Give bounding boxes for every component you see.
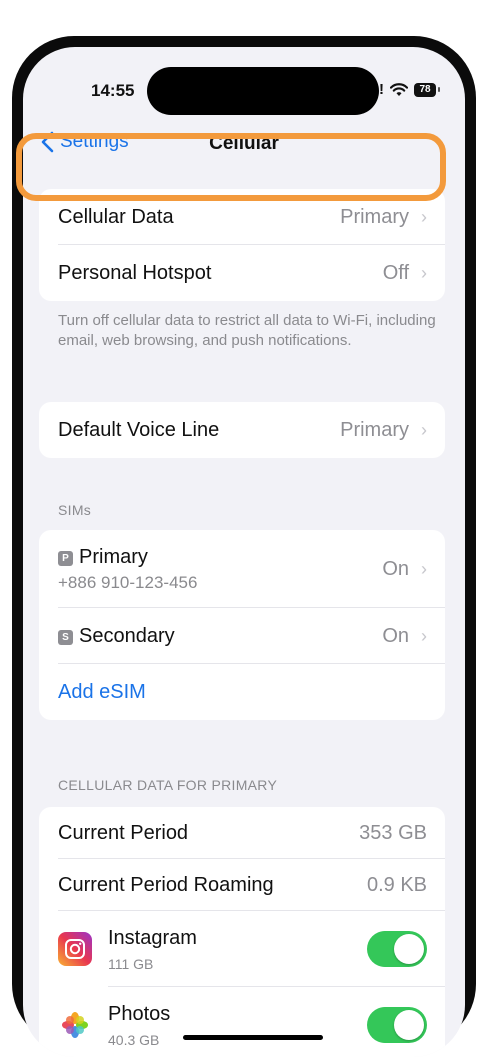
sim-secondary-status: On [382, 624, 409, 647]
app-name-photos: Photos [108, 1002, 171, 1025]
voice-line-group: Default Voice Line Primary › [39, 402, 445, 458]
photos-cellular-toggle[interactable] [367, 1007, 427, 1043]
toggle-knob [394, 1010, 424, 1040]
sim-secondary-badge: S [58, 629, 73, 645]
chevron-right-icon: › [421, 206, 427, 227]
signal-indicator: ! [379, 81, 384, 98]
instagram-text: Instagram 111 GB [108, 927, 197, 972]
status-time: 14:55 [91, 81, 135, 100]
cellular-data-highlight [16, 133, 446, 201]
current-period-label: Current Period [58, 821, 189, 844]
sim-primary-text: P Primary +886 910-123-456 [58, 546, 197, 593]
battery-icon: 78 [414, 82, 436, 97]
chevron-right-icon: › [421, 262, 427, 283]
sim-secondary-row[interactable]: S Secondary On › [39, 608, 445, 664]
sim-primary-status: On [382, 557, 409, 580]
default-voice-line-label: Default Voice Line [58, 418, 220, 441]
default-voice-line-row[interactable]: Default Voice Line Primary › [39, 402, 445, 458]
cellular-data-label: Cellular Data [58, 205, 174, 228]
cellular-data-value: Primary [340, 205, 409, 228]
current-period-roaming-row: Current Period Roaming 0.9 KB [39, 859, 445, 911]
sim-primary-number: +886 910-123-456 [58, 572, 198, 592]
sims-section-header: SIMs [58, 502, 92, 518]
usage-section-header: CELLULAR DATA FOR PRIMARY [58, 777, 278, 793]
sim-primary-row[interactable]: P Primary +886 910-123-456 On › [39, 530, 445, 608]
default-voice-line-value: Primary [340, 418, 409, 441]
personal-hotspot-row[interactable]: Personal Hotspot Off › [39, 245, 445, 301]
sim-primary-label: Primary [79, 545, 148, 568]
app-row-instagram: Instagram 111 GB [39, 911, 445, 987]
sim-secondary-label: Secondary [79, 624, 175, 647]
chevron-right-icon: › [421, 419, 427, 440]
add-esim-link[interactable]: Add eSIM [58, 681, 146, 704]
app-name-instagram: Instagram [108, 926, 197, 949]
instagram-icon [58, 932, 92, 966]
chevron-right-icon: › [421, 625, 427, 646]
current-period-row: Current Period 353 GB [39, 807, 445, 859]
toggle-knob [394, 934, 424, 964]
current-period-roaming-value: 0.9 KB [366, 873, 427, 896]
chevron-right-icon: › [421, 558, 427, 579]
dynamic-island [147, 67, 379, 115]
instagram-cellular-toggle[interactable] [367, 931, 427, 967]
current-period-roaming-label: Current Period Roaming [58, 873, 274, 896]
wifi-icon [390, 82, 408, 97]
cellular-settings-group: Cellular Data Primary › Personal Hotspot… [39, 189, 445, 301]
home-indicator [183, 1035, 323, 1040]
app-row-photos: Photos 40.3 GB [39, 987, 445, 1057]
status-icons: ! 78 [379, 81, 440, 98]
battery-tip [438, 87, 440, 92]
cellular-data-footnote: Turn off cellular data to restrict all d… [58, 312, 436, 349]
personal-hotspot-label: Personal Hotspot [58, 261, 212, 284]
current-period-value: 353 GB [359, 821, 427, 844]
photos-icon [58, 1008, 92, 1042]
app-size-photos: 40.3 GB [108, 1031, 160, 1048]
sims-group: P Primary +886 910-123-456 On › S Secondar… [39, 530, 445, 720]
app-size-instagram: 111 GB [108, 955, 154, 972]
sim-primary-badge: P [58, 550, 73, 566]
photos-text: Photos 40.3 GB [108, 1003, 170, 1048]
usage-group: Current Period 353 GB Current Period Roa… [39, 807, 445, 1057]
add-esim-row[interactable]: Add eSIM [39, 664, 445, 720]
personal-hotspot-value: Off [382, 261, 409, 284]
